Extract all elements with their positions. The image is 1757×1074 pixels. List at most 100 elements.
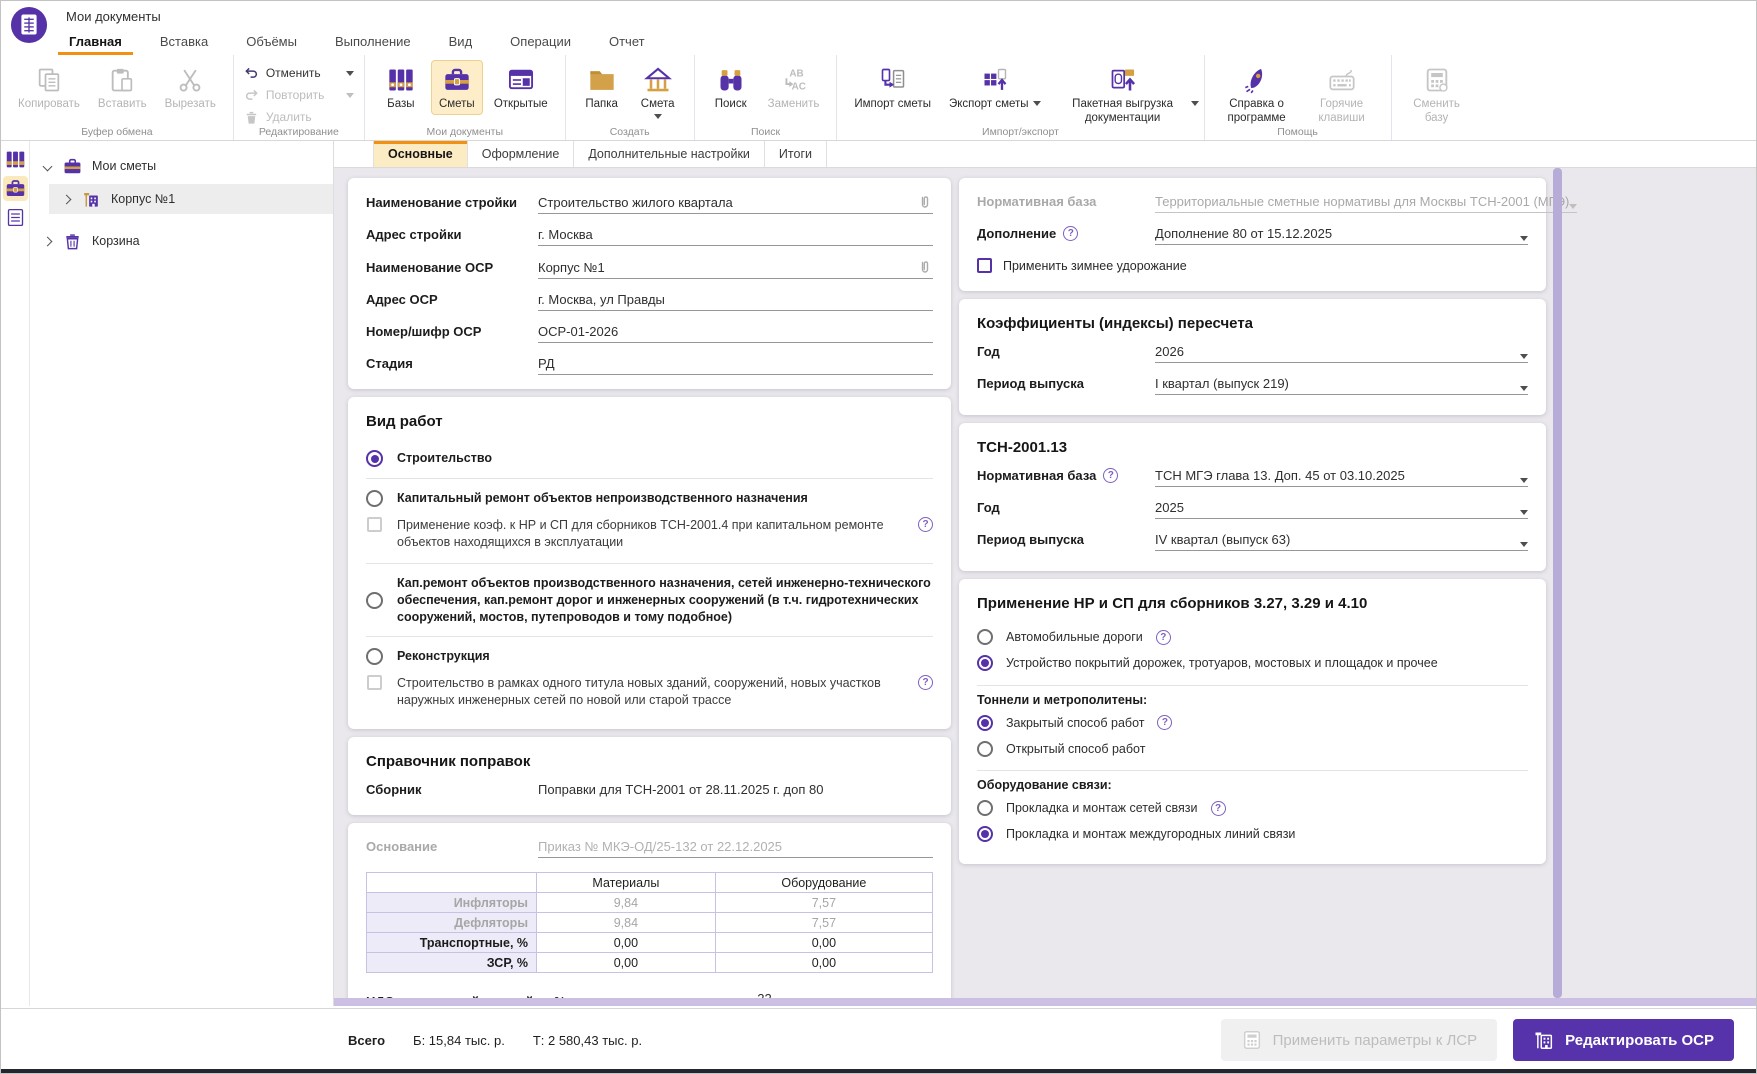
undo-dropdown-caret[interactable] xyxy=(346,71,354,76)
menu-operacii[interactable]: Операции xyxy=(507,29,574,55)
redo-button[interactable]: Повторить xyxy=(244,86,354,104)
vertical-scrollbar[interactable] xyxy=(1553,168,1562,998)
menu-glavnaya[interactable]: Главная xyxy=(66,29,125,55)
export-estimate-button[interactable]: Экспорт сметы xyxy=(942,60,1048,115)
table-cell[interactable]: 7,57 xyxy=(715,893,932,913)
bases-button[interactable]: Базы xyxy=(375,60,427,115)
tab-extra-settings[interactable]: Дополнительные настройки xyxy=(574,141,765,167)
help-icon[interactable]: ? xyxy=(918,517,933,532)
tab-totals[interactable]: Итоги xyxy=(765,141,827,167)
tab-design[interactable]: Оформление xyxy=(468,141,575,167)
estimates-button[interactable]: Сметы xyxy=(431,60,483,115)
radio-icon[interactable] xyxy=(977,800,993,816)
checkbox-icon[interactable] xyxy=(977,258,992,273)
osr-name-input[interactable] xyxy=(538,260,911,275)
tab-main[interactable]: Основные xyxy=(373,141,468,167)
copy-button[interactable]: Копировать xyxy=(11,60,87,115)
coef-year-select[interactable]: 2026 xyxy=(1155,344,1528,363)
paperclip-icon[interactable] xyxy=(917,259,933,275)
radio-icon[interactable] xyxy=(977,655,993,671)
rail-bases-button[interactable] xyxy=(3,147,28,172)
edit-osr-button[interactable]: Редактировать ОСР xyxy=(1513,1019,1734,1061)
supplement-select[interactable]: Дополнение 80 от 15.12.2025 xyxy=(1155,226,1528,245)
table-cell[interactable]: 7,57 xyxy=(715,913,932,933)
menu-vstavka[interactable]: Вставка xyxy=(157,29,211,55)
help-icon[interactable]: ? xyxy=(1103,468,1118,483)
work-type-option-industrial-repair[interactable]: Кап.ремонт объектов производственного на… xyxy=(366,567,933,634)
table-cell[interactable]: 0,00 xyxy=(537,933,716,953)
radio-icon[interactable] xyxy=(366,648,383,665)
help-icon[interactable]: ? xyxy=(1063,226,1078,241)
table-cell[interactable]: 9,84 xyxy=(537,913,716,933)
table-cell[interactable]: 9,84 xyxy=(537,893,716,913)
about-button[interactable]: Справка о программе xyxy=(1215,60,1299,129)
rail-opened-button[interactable] xyxy=(3,205,28,230)
new-estimate-button[interactable]: Смета xyxy=(632,60,684,122)
menu-vid[interactable]: Вид xyxy=(446,29,476,55)
radio-icon[interactable] xyxy=(977,715,993,731)
redo-dropdown-caret[interactable] xyxy=(346,93,354,98)
import-estimate-button[interactable]: Импорт сметы xyxy=(847,60,938,115)
apply-params-button[interactable]: Применить параметры к ЛСР xyxy=(1221,1019,1498,1061)
option-closed-method[interactable]: Закрытый способ работ ? xyxy=(977,710,1528,736)
tree-item-trash[interactable]: Корзина xyxy=(30,228,333,254)
work-type-suboption-new-networks[interactable]: Строительство в рамках одного титула нов… xyxy=(366,673,933,713)
radio-icon[interactable] xyxy=(977,826,993,842)
tsn13-period-select[interactable]: IV квартал (выпуск 63) xyxy=(1155,532,1528,551)
work-type-option-reconstruction[interactable]: Реконструкция xyxy=(366,640,933,673)
construction-name-input[interactable] xyxy=(538,195,911,210)
undo-button[interactable]: Отменить xyxy=(244,64,354,82)
menu-obyomy[interactable]: Объёмы xyxy=(243,29,300,55)
option-pavements[interactable]: Устройство покрытий дорожек, тротуаров, … xyxy=(977,650,1528,676)
work-type-option-construction[interactable]: Строительство xyxy=(366,442,933,475)
table-cell[interactable]: 0,00 xyxy=(715,953,932,973)
change-base-button[interactable]: Сменить базу xyxy=(1402,60,1472,129)
option-open-method[interactable]: Открытый способ работ xyxy=(977,736,1528,762)
horizontal-scrollbar[interactable] xyxy=(334,998,1756,1006)
stage-input[interactable] xyxy=(538,356,933,371)
radio-icon[interactable] xyxy=(366,592,383,609)
table-cell[interactable]: 0,00 xyxy=(715,933,932,953)
menu-otchet[interactable]: Отчет xyxy=(606,29,648,55)
paperclip-icon[interactable] xyxy=(917,194,933,210)
help-icon[interactable]: ? xyxy=(1211,801,1226,816)
replace-button[interactable]: ABAC Заменить xyxy=(761,60,827,115)
help-icon[interactable]: ? xyxy=(1157,715,1172,730)
winter-cost-checkbox-row[interactable]: Применить зимнее удорожание xyxy=(977,258,1528,273)
radio-icon[interactable] xyxy=(366,450,383,467)
menu-vypolnenie[interactable]: Выполнение xyxy=(332,29,414,55)
search-button[interactable]: Поиск xyxy=(705,60,757,115)
tsn13-base-select[interactable]: ТСН МГЭ глава 13. Доп. 45 от 03.10.2025 xyxy=(1155,468,1528,487)
new-estimate-dropdown-caret[interactable] xyxy=(654,114,662,119)
help-icon[interactable]: ? xyxy=(918,675,933,690)
batch-upload-dropdown-caret[interactable] xyxy=(1191,101,1199,106)
chevron-right-icon[interactable] xyxy=(43,236,53,246)
normative-base-select[interactable]: Территориальные сметные нормативы для Мо… xyxy=(1155,194,1577,213)
radio-icon[interactable] xyxy=(366,490,383,507)
opened-button[interactable]: Открытые xyxy=(487,60,555,115)
batch-upload-button[interactable]: Пакетная выгрузка документации xyxy=(1052,60,1194,129)
vat-input[interactable] xyxy=(596,991,772,998)
option-auto-roads[interactable]: Автомобильные дороги ? xyxy=(977,624,1528,650)
option-comm-networks[interactable]: Прокладка и монтаж сетей связи ? xyxy=(977,795,1528,821)
chevron-down-icon[interactable] xyxy=(43,161,53,171)
radio-icon[interactable] xyxy=(977,741,993,757)
paste-button[interactable]: Вставить xyxy=(91,60,154,115)
coef-period-select[interactable]: I квартал (выпуск 219) xyxy=(1155,376,1528,395)
work-type-option-capital-repair[interactable]: Капитальный ремонт объектов непроизводст… xyxy=(366,482,933,515)
chevron-right-icon[interactable] xyxy=(62,194,72,204)
basis-input[interactable] xyxy=(538,839,933,854)
checkbox-icon[interactable] xyxy=(367,675,382,690)
osr-address-input[interactable] xyxy=(538,292,933,307)
osr-number-input[interactable] xyxy=(538,324,933,339)
delete-button[interactable]: Удалить xyxy=(244,108,354,126)
checkbox-icon[interactable] xyxy=(367,517,382,532)
tsn13-year-select[interactable]: 2025 xyxy=(1155,500,1528,519)
construction-address-input[interactable] xyxy=(538,227,933,242)
option-comm-longdistance[interactable]: Прокладка и монтаж междугородных линий с… xyxy=(977,821,1528,847)
tree-item-my-estimates[interactable]: Мои сметы xyxy=(30,153,333,179)
radio-icon[interactable] xyxy=(977,629,993,645)
folder-button[interactable]: Папка xyxy=(576,60,628,115)
table-cell[interactable]: 0,00 xyxy=(537,953,716,973)
help-icon[interactable]: ? xyxy=(1156,630,1171,645)
